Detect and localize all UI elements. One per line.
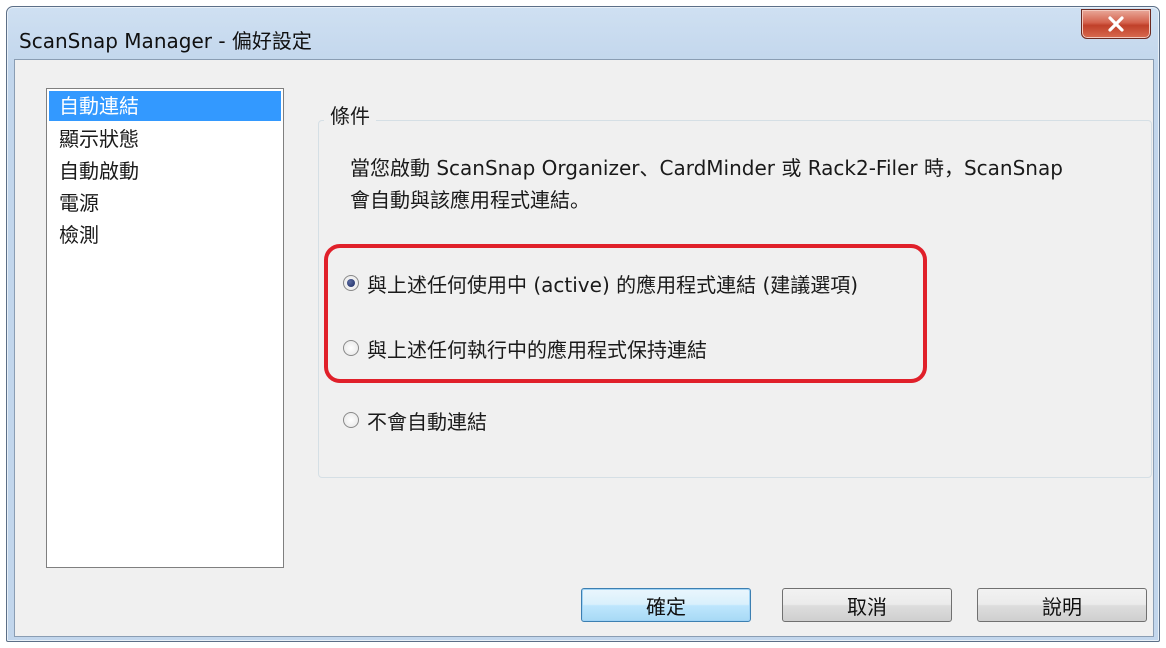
help-button[interactable]: 說明 [977,588,1147,622]
title-bar[interactable]: ScanSnap Manager - 偏好設定 [7,7,1159,59]
close-button[interactable] [1081,9,1151,39]
sidebar-item-display-status[interactable]: 顯示狀態 [49,123,281,155]
radio-option-label: 與上述任何使用中 (active) 的應用程式連結 (建議選項) [367,272,859,297]
radio-option-no-auto-link[interactable]: 不會自動連結 [343,405,487,435]
radio-button[interactable] [343,340,359,356]
close-icon [1108,16,1124,32]
ok-button[interactable]: 確定 [581,588,751,622]
sidebar-item-auto-link[interactable]: 自動連結 [49,91,281,121]
description-line-2: 會自動與該應用程式連結。 [350,188,590,212]
conditions-group-label: 條件 [324,100,376,129]
radio-option-active-app[interactable]: 與上述任何使用中 (active) 的應用程式連結 (建議選項) [343,268,858,298]
description-line-1: 當您啟動 ScanSnap Organizer、CardMinder 或 Rac… [350,156,1063,180]
sidebar-item-detection[interactable]: 檢測 [49,219,281,251]
radio-option-label: 與上述任何執行中的應用程式保持連結 [367,337,707,362]
radio-button[interactable] [343,412,359,428]
window-title: ScanSnap Manager - 偏好設定 [19,29,312,53]
sidebar-item-auto-start[interactable]: 自動啟動 [49,155,281,187]
sidebar-item-power[interactable]: 電源 [49,187,281,219]
radio-button-checked[interactable] [343,275,359,291]
radio-option-running-app[interactable]: 與上述任何執行中的應用程式保持連結 [343,333,707,363]
conditions-description: 當您啟動 ScanSnap Organizer、CardMinder 或 Rac… [350,152,1063,216]
radio-option-label: 不會自動連結 [367,409,487,434]
dialog-client-area: 自動連結 顯示狀態 自動啟動 電源 檢測 條件 當您啟動 ScanSnap Or… [14,59,1154,637]
cancel-button[interactable]: 取消 [782,588,952,622]
preferences-dialog: ScanSnap Manager - 偏好設定 自動連結 顯示狀態 自動啟動 電… [6,6,1160,642]
settings-category-list[interactable]: 自動連結 顯示狀態 自動啟動 電源 檢測 [46,88,284,568]
